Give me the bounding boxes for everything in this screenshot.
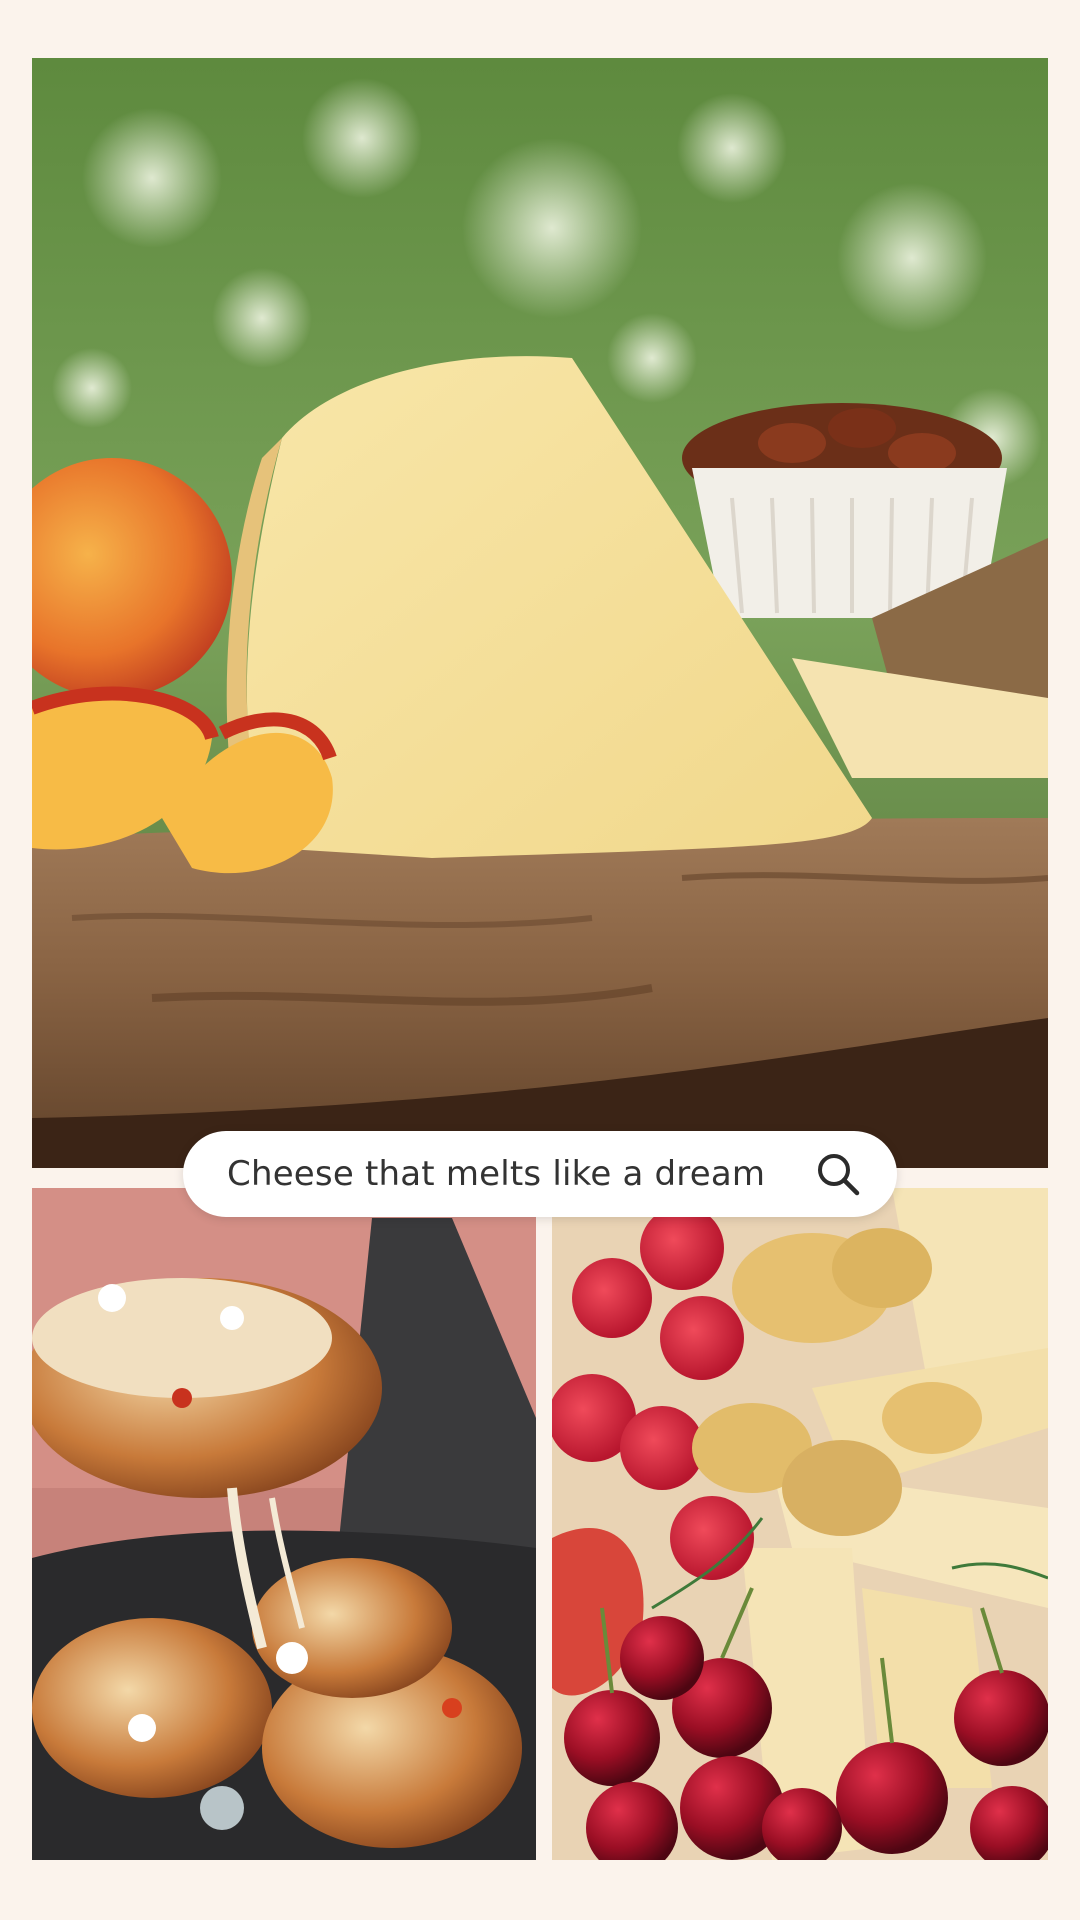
- melt-photo[interactable]: [32, 1188, 536, 1860]
- platter-photo[interactable]: [552, 1188, 1048, 1860]
- melt-illustration: [32, 1188, 536, 1860]
- search-bar[interactable]: Cheese that melts like a dream: [183, 1131, 897, 1217]
- hero-illustration: [32, 58, 1048, 1168]
- hero-photo[interactable]: [32, 58, 1048, 1168]
- search-icon[interactable]: [813, 1149, 863, 1199]
- search-query[interactable]: Cheese that melts like a dream: [227, 1154, 813, 1194]
- platter-illustration: [552, 1188, 1048, 1860]
